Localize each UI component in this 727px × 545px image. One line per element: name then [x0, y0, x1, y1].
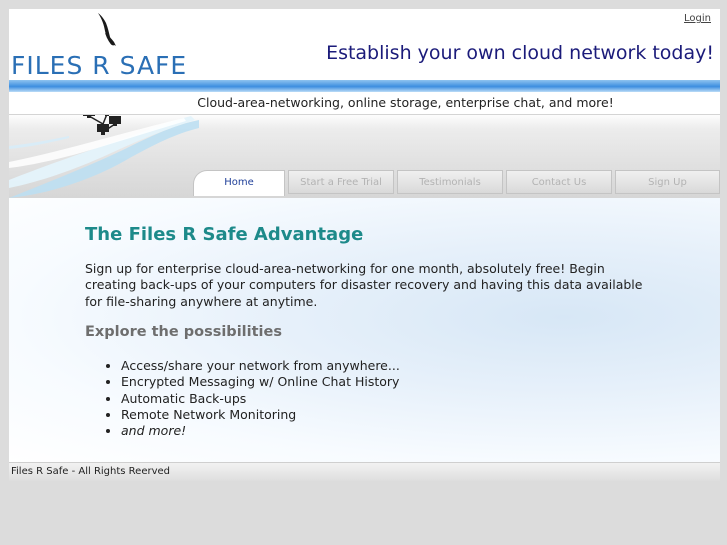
subtitle-bar: Cloud-area-networking, online storage, e… [9, 92, 720, 115]
banner-subtitle: Cloud-area-networking, online storage, e… [197, 95, 614, 110]
tab-testimonials[interactable]: Testimonials [397, 170, 503, 194]
page-title: The Files R Safe Advantage [85, 224, 364, 245]
section-subtitle: Explore the possibilities [85, 324, 282, 340]
intro-paragraph: Sign up for enterprise cloud-area-networ… [85, 261, 643, 309]
tab-home[interactable]: Home [193, 170, 285, 196]
header-stripe [9, 80, 720, 92]
tab-start-free-trial[interactable]: Start a Free Trial [288, 170, 394, 194]
logo[interactable]: FILES R SAFE [11, 11, 201, 81]
list-item: and more! [121, 423, 400, 439]
page-frame: Login FILES R SAFE Establish your own cl… [9, 9, 720, 481]
bird-icon [98, 13, 116, 46]
login-link[interactable]: Login [684, 13, 711, 24]
footer: Files R Safe - All Rights Reerved [9, 462, 720, 481]
tab-contact-us[interactable]: Contact Us [506, 170, 612, 194]
logo-text: FILES R SAFE [11, 51, 188, 80]
list-item: Automatic Back-ups [121, 391, 400, 407]
list-item: Access/share your network from anywhere.… [121, 358, 400, 374]
list-item: Remote Network Monitoring [121, 407, 400, 423]
copyright-text: Files R Safe - All Rights Reerved [11, 466, 170, 477]
features-list: Access/share your network from anywhere.… [85, 358, 400, 439]
header-tagline: Establish your own cloud network today! [326, 42, 714, 64]
tab-sign-up[interactable]: Sign Up [615, 170, 720, 194]
main-content: The Files R Safe Advantage Sign up for e… [9, 198, 720, 463]
header: Login FILES R SAFE Establish your own cl… [9, 9, 720, 81]
banner: Cloud-area-networking, online storage, e… [9, 92, 720, 198]
list-item: Encrypted Messaging w/ Online Chat Histo… [121, 374, 400, 390]
network-swoosh-graphic [9, 106, 199, 198]
